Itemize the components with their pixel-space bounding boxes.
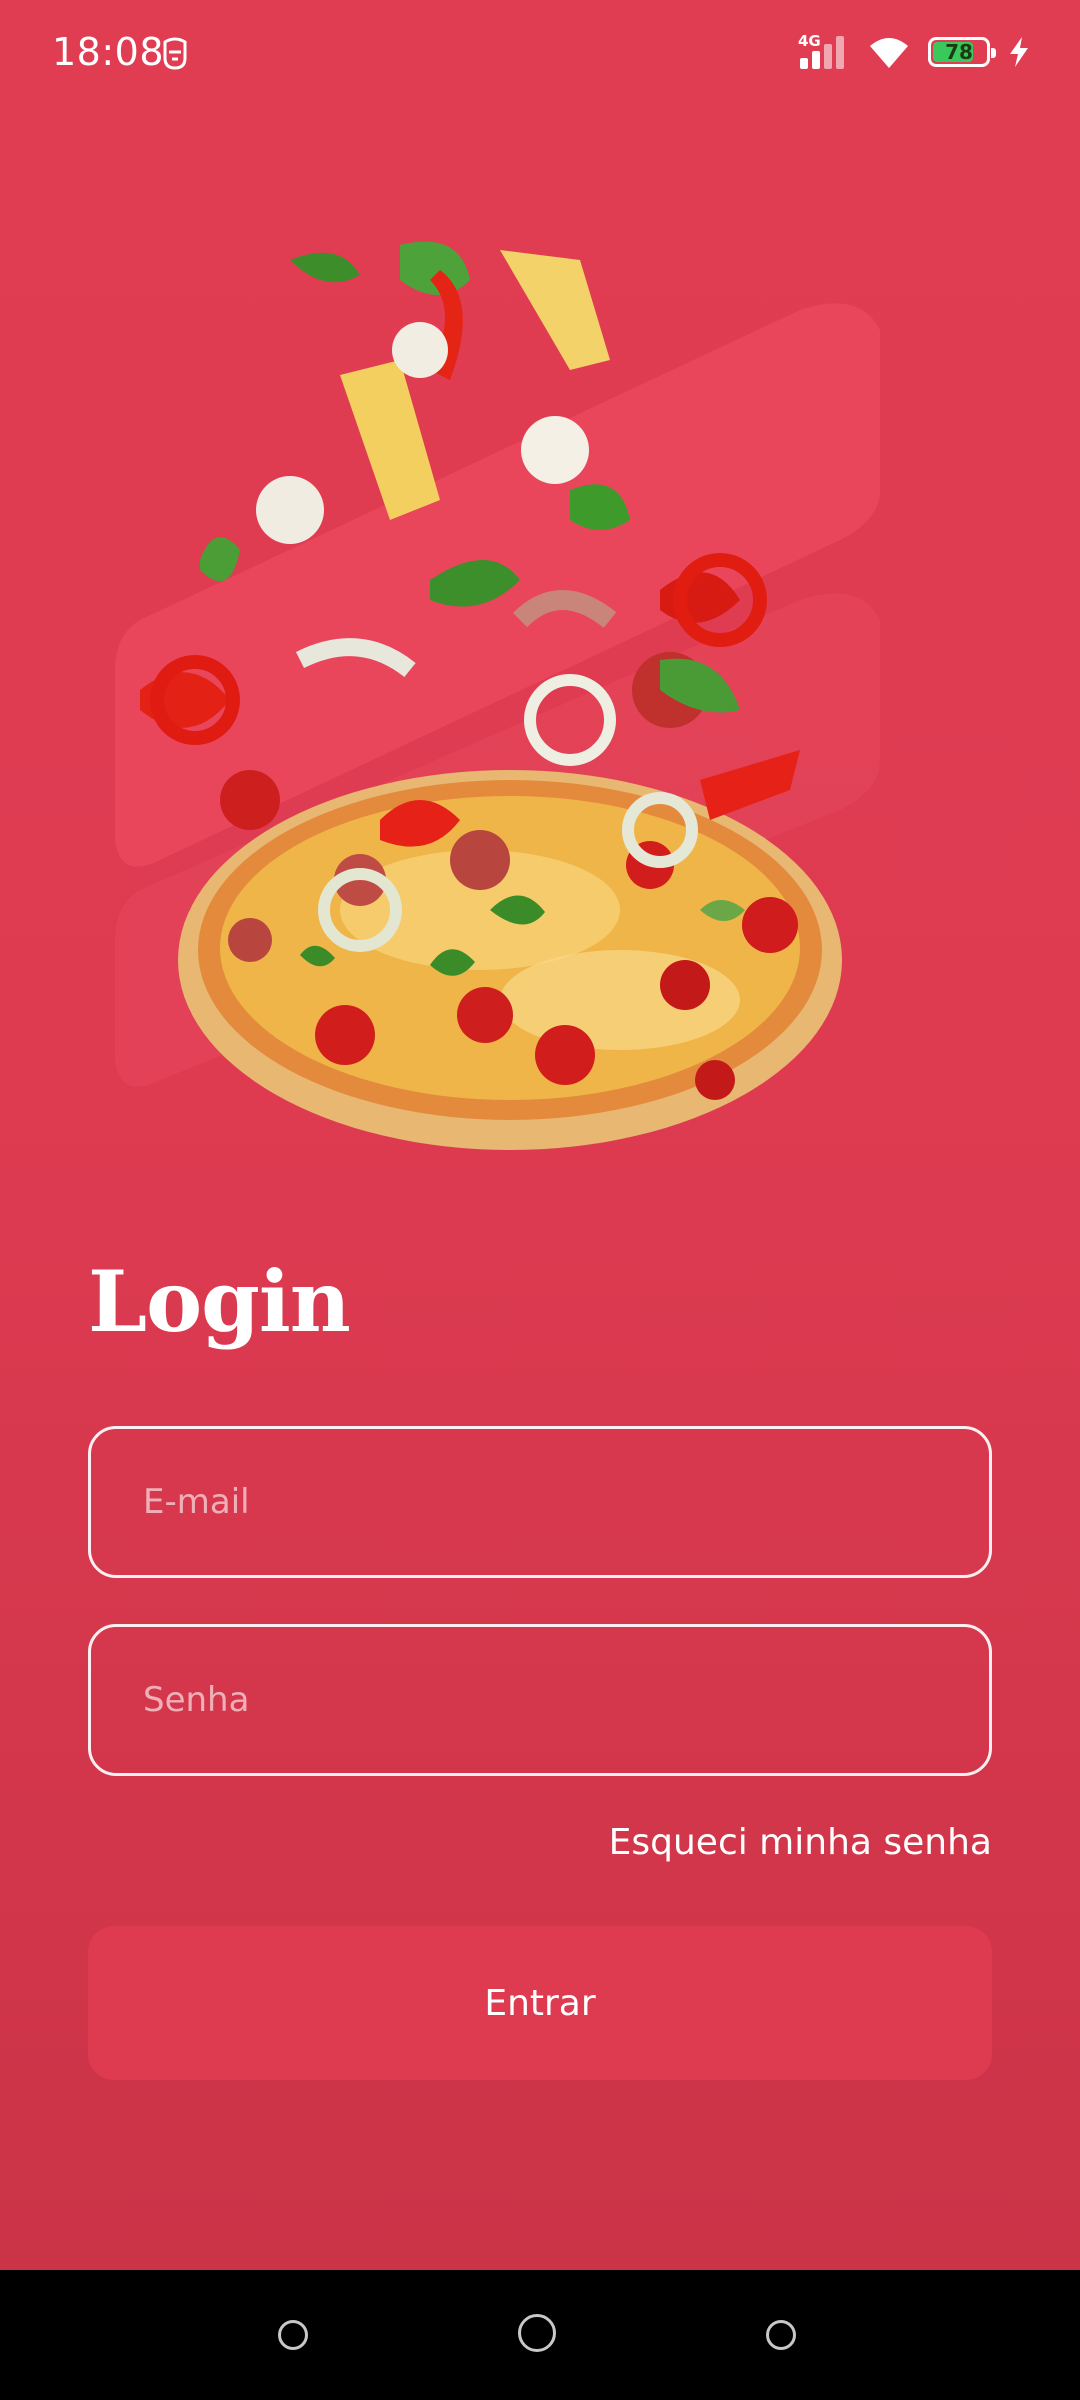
login-button[interactable]: Entrar [88,1926,992,2080]
battery-icon: 78 [928,37,996,67]
home-icon[interactable] [518,2314,556,2352]
battery-level: 78 [945,40,973,64]
recent-apps-icon[interactable] [278,2320,308,2350]
status-icons: 78 [798,32,1030,72]
back-icon[interactable] [766,2320,796,2350]
charging-icon [1008,36,1030,68]
status-time: 18:08 [52,30,165,74]
status-bar: 18:08 4G 78 [0,0,1080,104]
password-field[interactable] [88,1624,992,1776]
pizza-illustration [100,220,980,1180]
signal-icon [798,34,850,70]
navigation-bar [0,2270,1080,2400]
email-field[interactable] [88,1426,992,1578]
wifi-icon [868,34,910,70]
forgot-password-link[interactable]: Esqueci minha senha [609,1822,992,1863]
battery-nub [991,48,996,58]
notification-icon [160,36,190,70]
page-title: Login [88,1252,351,1351]
login-screen: 18:08 4G 78 Login E-mail Esqueci minha s… [0,0,1080,2400]
